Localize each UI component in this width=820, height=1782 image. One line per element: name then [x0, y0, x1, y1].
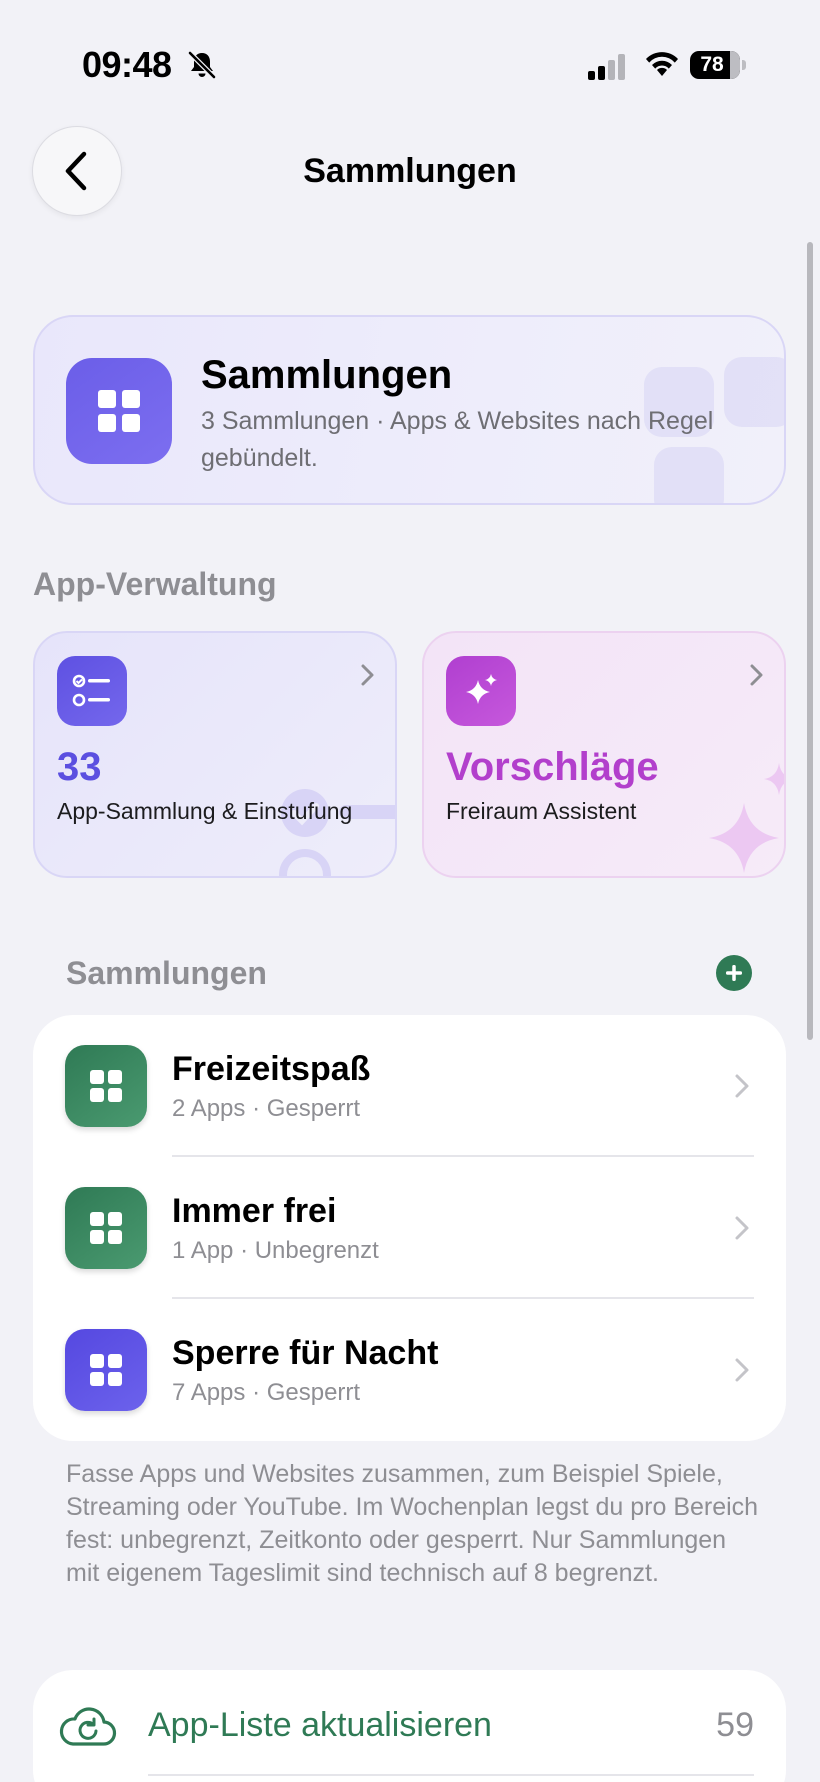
grid-icon: [65, 1045, 147, 1127]
collections-footnote: Fasse Apps und Websites zusammen, zum Be…: [66, 1460, 759, 1587]
collection-row-freizeitspass[interactable]: Freizeitspaß 2 Apps · Gesperrt: [33, 1015, 786, 1157]
battery-icon: 78: [690, 51, 746, 79]
chevron-right-icon: [735, 1358, 749, 1382]
checklist-icon: [57, 656, 127, 726]
divider: [148, 1774, 754, 1776]
grid-icon: [65, 1329, 147, 1411]
collection-title: Sperre für Nacht: [172, 1334, 439, 1372]
app-count: 33: [57, 745, 102, 789]
section-label-collections: Sammlungen: [66, 955, 267, 991]
add-collection-button[interactable]: [716, 955, 752, 991]
chevron-right-icon: [750, 664, 763, 686]
collection-title: Immer frei: [172, 1192, 337, 1230]
suggestions-subtitle: Freiraum Assistent: [446, 798, 637, 824]
cloud-refresh-icon: [59, 1707, 117, 1746]
hero-subtitle: 3 Sammlungen · Apps & Websites nach Rege…: [201, 407, 714, 472]
update-app-list-row[interactable]: App-Liste aktualisieren 59: [33, 1670, 786, 1774]
update-app-list-card: App-Liste aktualisieren 59: [33, 1670, 786, 1782]
app-collection-subtitle: App-Sammlung & Einstufung: [57, 798, 353, 824]
app-list-count: 59: [716, 1706, 754, 1744]
wifi-icon: [646, 52, 678, 76]
sparkles-icon: [446, 656, 516, 726]
update-app-list-label: App-Liste aktualisieren: [148, 1706, 492, 1744]
app-collection-tile[interactable]: 33 App-Sammlung & Einstufung: [33, 631, 397, 878]
plus-icon: [726, 965, 742, 981]
collection-title: Freizeitspaß: [172, 1050, 371, 1088]
status-time: 09:48: [82, 44, 172, 85]
signal-icon: [588, 54, 625, 80]
collection-subtitle: 2 Apps · Gesperrt: [172, 1095, 361, 1122]
chevron-right-icon: [735, 1216, 749, 1240]
collections-list: Freizeitspaß 2 Apps · Gesperrt Immer fre…: [33, 1015, 786, 1441]
scrollbar[interactable]: [807, 242, 813, 1040]
chevron-right-icon: [361, 664, 374, 686]
collection-subtitle: 7 Apps · Gesperrt: [172, 1379, 361, 1406]
collection-subtitle: 1 App · Unbegrenzt: [172, 1237, 379, 1264]
collections-summary-card: Sammlungen 3 Sammlungen · Apps & Website…: [33, 315, 786, 505]
bell-slash-icon: [188, 51, 216, 79]
page-title: Sammlungen: [303, 152, 517, 190]
hero-title: Sammlungen: [201, 353, 453, 397]
grid-icon: [66, 358, 172, 464]
suggestions-tile[interactable]: Vorschläge Freiraum Assistent: [422, 631, 786, 878]
chevron-right-icon: [735, 1074, 749, 1098]
battery-level: 78: [700, 53, 724, 76]
suggestions-title: Vorschläge: [446, 745, 659, 789]
collection-row-immer-frei[interactable]: Immer frei 1 App · Unbegrenzt: [33, 1157, 786, 1299]
collection-row-sperre-fuer-nacht[interactable]: Sperre für Nacht 7 Apps · Gesperrt: [33, 1299, 786, 1441]
grid-icon: [65, 1187, 147, 1269]
section-label-app-management: App-Verwaltung: [33, 566, 277, 602]
